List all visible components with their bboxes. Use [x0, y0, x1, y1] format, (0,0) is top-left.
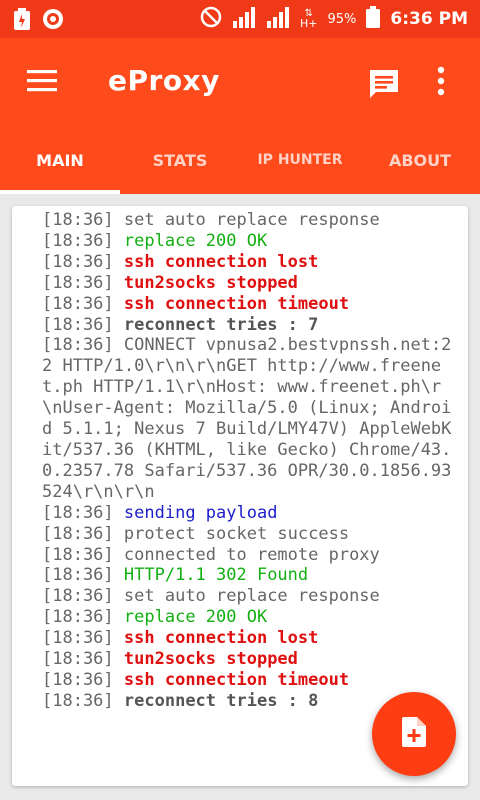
tab-stats[interactable]: STATS: [120, 126, 240, 194]
log-timestamp: [18:36]: [42, 272, 114, 293]
log-message: ssh connection lost: [123, 251, 319, 272]
signal-icon: [232, 6, 256, 33]
log-message: replace 200 OK: [123, 607, 268, 628]
log-line: [18:36] ssh connection timeout: [42, 294, 452, 315]
log-line: [18:36] set auto replace response: [42, 586, 452, 607]
battery-icon: [366, 5, 381, 33]
battery-percent: 95%: [327, 11, 357, 27]
log-message: reconnect tries : 8: [123, 690, 319, 711]
log-output: [18:36] set auto replace response [18:36…: [42, 210, 452, 712]
log-timestamp: [18:36]: [42, 565, 114, 586]
do-not-disturb-icon: [200, 6, 222, 33]
tab-main[interactable]: MAIN: [0, 126, 120, 194]
add-file-button[interactable]: [372, 692, 456, 776]
log-line: [18:36] tun2socks stopped: [42, 649, 452, 670]
log-message: tun2socks stopped: [123, 649, 298, 670]
log-timestamp: [18:36]: [42, 251, 114, 272]
log-timestamp: [18:36]: [42, 690, 114, 711]
log-line: [18:36] reconnect tries : 7: [42, 315, 452, 336]
log-line: [18:36] ssh connection lost: [42, 252, 452, 273]
log-line: [18:36] ssh connection timeout: [42, 670, 452, 691]
add-file-icon: [402, 717, 426, 751]
tab-bar: MAIN STATS IP HUNTER ABOUT: [0, 126, 480, 194]
chat-icon[interactable]: [368, 68, 400, 104]
log-line: [18:36] HTTP/1.1 302 Found: [42, 565, 452, 586]
log-message: CONNECT vpnusa2.bestvpnssh.net:22 HTTP/1…: [42, 335, 452, 502]
log-timestamp: [18:36]: [42, 586, 114, 607]
clock: 6:36 PM: [390, 9, 468, 29]
log-line: [18:36] tun2socks stopped: [42, 273, 452, 294]
log-line: [18:36] replace 200 OK: [42, 231, 452, 252]
log-timestamp: [18:36]: [42, 523, 114, 544]
log-timestamp: [18:36]: [42, 669, 114, 690]
log-timestamp: [18:36]: [42, 293, 114, 314]
menu-icon[interactable]: [27, 69, 57, 93]
log-line: [18:36] ssh connection lost: [42, 628, 452, 649]
app-bar: eProxy: [0, 38, 480, 126]
log-timestamp: [18:36]: [42, 544, 114, 565]
tab-about[interactable]: ABOUT: [360, 126, 480, 194]
more-vert-icon[interactable]: [437, 66, 445, 100]
log-message: ssh connection lost: [123, 628, 319, 649]
data-hplus-icon: ⇅ H+: [300, 8, 318, 30]
log-message: ssh connection timeout: [123, 669, 350, 690]
log-line-partial: [18:36] set auto replace response: [42, 210, 380, 230]
log-message: replace 200 OK: [123, 230, 268, 251]
log-message: connected to remote proxy: [123, 544, 380, 565]
log-message: ssh connection timeout: [123, 293, 350, 314]
active-tab-indicator: [0, 190, 120, 194]
log-message: tun2socks stopped: [123, 272, 298, 293]
log-message: protect socket success: [123, 523, 350, 544]
log-line: [18:36] CONNECT vpnusa2.bestvpnssh.net:2…: [42, 335, 452, 502]
app-notification-icon: [42, 8, 64, 34]
log-message: reconnect tries : 7: [123, 314, 319, 335]
log-message: HTTP/1.1 302 Found: [123, 565, 309, 586]
log-line: [18:36] connected to remote proxy: [42, 545, 452, 566]
log-line: [18:36] replace 200 OK: [42, 607, 452, 628]
tab-ip-hunter[interactable]: IP HUNTER: [240, 126, 360, 194]
log-timestamp: [18:36]: [42, 502, 114, 523]
status-bar: ⇅ H+ 95% 6:36 PM: [0, 0, 480, 38]
log-line: [18:36] protect socket success: [42, 524, 452, 545]
app-title: eProxy: [108, 64, 220, 97]
log-timestamp: [18:36]: [42, 314, 114, 335]
log-message: set auto replace response: [123, 586, 380, 607]
log-timestamp: [18:36]: [42, 628, 114, 649]
log-message: sending payload: [123, 502, 278, 523]
log-timestamp: [18:36]: [42, 335, 114, 356]
log-line: [18:36] sending payload: [42, 503, 452, 524]
log-timestamp: [18:36]: [42, 649, 114, 670]
charging-icon: [14, 8, 30, 34]
signal-icon-2: [266, 6, 290, 33]
log-timestamp: [18:36]: [42, 607, 114, 628]
log-timestamp: [18:36]: [42, 230, 114, 251]
